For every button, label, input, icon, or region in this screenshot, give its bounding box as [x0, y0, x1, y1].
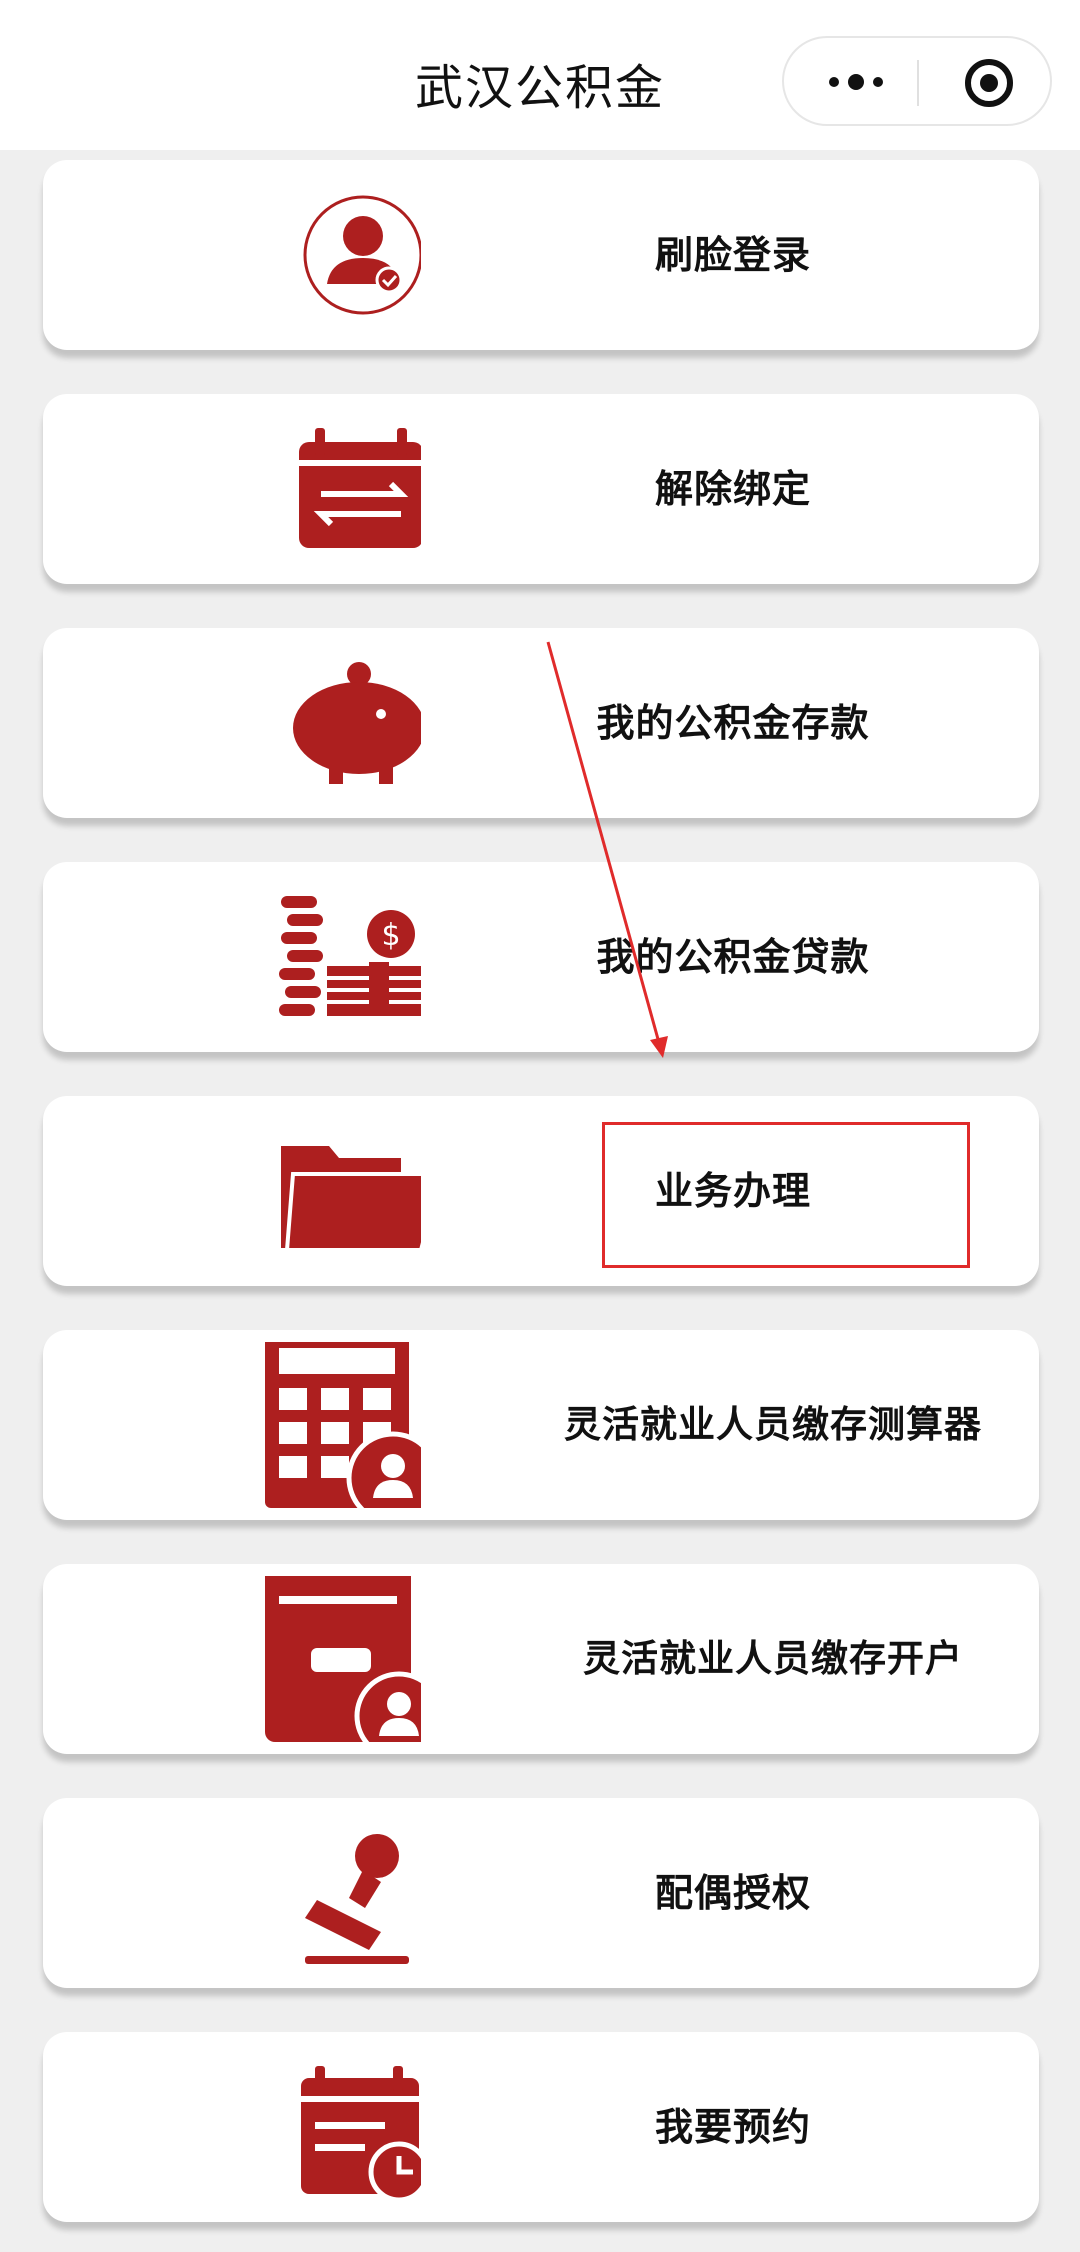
menu-item-label: 我的公积金贷款 [596, 935, 870, 979]
menu-item-label: 配偶授权 [654, 1871, 811, 1915]
menu-item-flexible-calculator[interactable]: 灵活就业人员缴存测算器 [43, 1330, 1039, 1520]
capsule-divider [917, 60, 919, 106]
menu-item-label: 解除绑定 [654, 467, 811, 511]
calculator-user-icon [265, 1342, 421, 1508]
menu-item-flexible-account[interactable]: 灵活就业人员缴存开户 [43, 1564, 1039, 1754]
menu-item-label: 业务办理 [654, 1169, 811, 1213]
menu-item-label: 我的公积金存款 [596, 701, 870, 745]
menu-item-label: 灵活就业人员缴存测算器 [564, 1403, 982, 1446]
capsule-menu [782, 36, 1052, 126]
piggy-bank-icon [293, 662, 421, 784]
stamp-icon [305, 1834, 409, 1964]
menu-item-deposit[interactable]: 我的公积金存款 [43, 628, 1039, 818]
face-login-icon [303, 195, 421, 315]
close-miniprogram-icon[interactable] [962, 56, 1016, 110]
menu-item-label: 灵活就业人员缴存开户 [583, 1637, 963, 1680]
unbind-calendar-icon [299, 428, 421, 548]
menu-item-loan[interactable]: $ 我的公积金贷款 [43, 862, 1039, 1052]
folder-icon [281, 1146, 421, 1252]
calendar-clock-icon [301, 2066, 421, 2203]
menu-item-label: 刷脸登录 [654, 233, 811, 277]
menu-item-face-login[interactable]: 刷脸登录 [43, 160, 1039, 350]
coins-money-icon: $ [279, 896, 421, 1016]
nav-bar: 武汉公积金 [0, 0, 1080, 150]
menu-item-unbind[interactable]: 解除绑定 [43, 394, 1039, 584]
menu-item-spouse-auth[interactable]: 配偶授权 [43, 1798, 1039, 1988]
menu-item-label: 我要预约 [654, 2105, 811, 2149]
svg-text:$: $ [381, 918, 400, 953]
box-user-icon [265, 1576, 421, 1742]
menu-item-business[interactable]: 业务办理 [43, 1096, 1039, 1286]
more-icon[interactable] [826, 69, 886, 95]
menu-item-appointment[interactable]: 我要预约 [43, 2032, 1039, 2222]
